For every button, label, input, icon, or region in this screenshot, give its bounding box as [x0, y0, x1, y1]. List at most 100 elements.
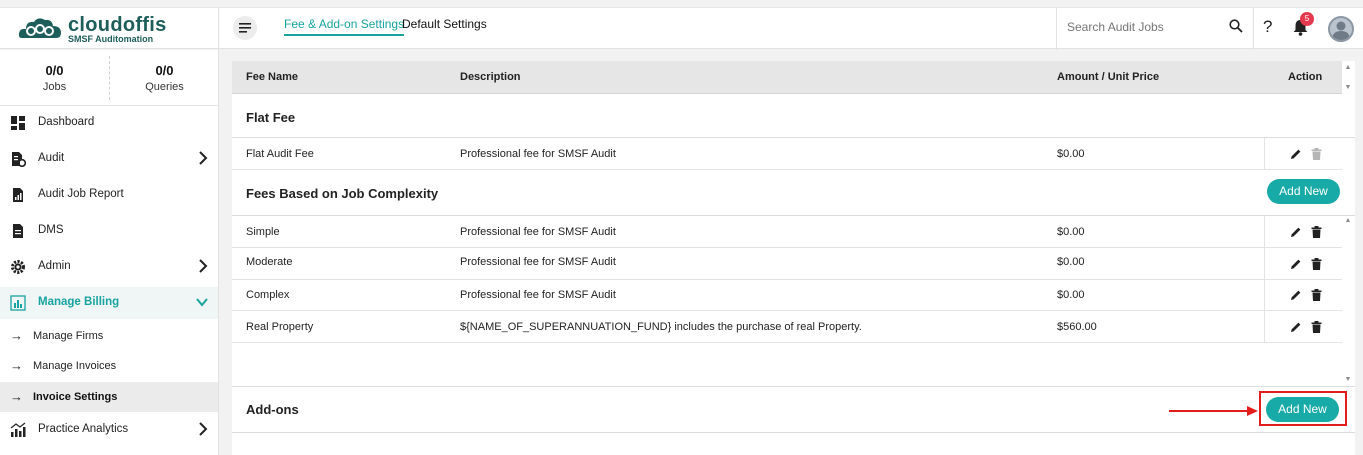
fee-name: Flat Audit Fee — [246, 148, 314, 160]
report-icon — [13, 188, 23, 202]
logo[interactable]: cloudoffis SMSF Auditomation — [18, 14, 218, 46]
sidebar-item-label: Practice Analytics — [38, 423, 129, 435]
queries-stat[interactable]: 0/0 Queries — [110, 63, 219, 93]
avatar[interactable] — [1328, 16, 1354, 42]
pencil-icon[interactable] — [1290, 226, 1302, 238]
trash-icon[interactable] — [1311, 226, 1322, 238]
fee-description: Professional fee for SMSF Audit — [460, 226, 616, 238]
pencil-icon[interactable] — [1290, 289, 1302, 301]
fee-amount: $0.00 — [1057, 226, 1085, 238]
sidebar-item-dms[interactable]: DMS — [0, 215, 218, 247]
table-row: Simple Professional fee for SMSF Audit $… — [232, 216, 1342, 248]
add-new-complexity-fee-button[interactable]: Add New — [1267, 179, 1340, 204]
sidebar-subitem-label: Manage Firms — [33, 330, 104, 342]
analytics-icon — [10, 422, 26, 437]
jobs-stat[interactable]: 0/0 Jobs — [0, 63, 109, 93]
section-title-add-ons: Add-ons — [246, 402, 299, 417]
chevron-right-icon — [199, 259, 208, 273]
fee-name: Moderate — [246, 256, 293, 268]
trash-icon[interactable] — [1311, 148, 1322, 160]
trash-icon[interactable] — [1311, 289, 1322, 301]
sidebar-item-audit-job-report[interactable]: Audit Job Report — [0, 179, 218, 211]
table-row: Moderate Professional fee for SMSF Audit… — [232, 248, 1342, 280]
tab-fee-addon-settings[interactable]: Fee & Add-on Settings — [284, 17, 405, 36]
sidebar-item-audit[interactable]: Audit — [0, 143, 218, 175]
sidebar-item-label: DMS — [38, 224, 64, 236]
table-row: Real Property ${NAME_OF_SUPERANNUATION_F… — [232, 311, 1342, 343]
trash-icon[interactable] — [1311, 258, 1322, 270]
fee-description: Professional fee for SMSF Audit — [460, 256, 616, 268]
divider — [232, 432, 1355, 433]
queries-label: Queries — [145, 81, 184, 93]
column-header-fee-name: Fee Name — [246, 71, 298, 83]
tab-default-settings[interactable]: Default Settings — [402, 17, 487, 31]
add-new-addon-button[interactable]: Add New — [1266, 397, 1339, 422]
help-icon[interactable]: ? — [1263, 17, 1272, 37]
queries-count: 0/0 — [155, 63, 174, 78]
fee-amount: $560.00 — [1057, 321, 1097, 333]
action-cell — [1264, 216, 1342, 247]
action-cell — [1264, 279, 1342, 310]
fee-name: Simple — [246, 226, 280, 238]
arrow-annotation-icon — [1169, 406, 1258, 416]
sidebar-subitem-manage-invoices[interactable]: → Manage Invoices — [0, 351, 218, 381]
chevron-down-icon — [196, 298, 208, 307]
cloud-logo-icon — [18, 18, 61, 38]
sidebar-item-label: Dashboard — [38, 116, 95, 128]
divider — [218, 8, 219, 50]
sidebar: 0/0 Jobs 0/0 Queries Dashboard Audit Aud… — [0, 50, 219, 455]
action-cell — [1264, 138, 1342, 169]
pencil-icon[interactable] — [1290, 258, 1302, 270]
scroll-down-arrow[interactable]: ▼ — [1344, 376, 1352, 384]
column-header-action: Action — [1288, 71, 1323, 83]
billing-icon — [10, 295, 26, 311]
arrow-right-icon: → — [10, 389, 23, 404]
sidebar-subitem-label: Manage Invoices — [33, 360, 117, 372]
sidebar-subitem-manage-firms[interactable]: → Manage Firms — [0, 321, 218, 351]
trash-icon[interactable] — [1311, 321, 1322, 333]
action-cell — [1264, 248, 1342, 279]
dashboard-icon — [11, 116, 25, 130]
fee-amount: $0.00 — [1057, 256, 1085, 268]
menu-toggle-button[interactable] — [233, 16, 257, 40]
sidebar-item-label: Audit — [38, 152, 65, 164]
search-icon[interactable] — [1229, 19, 1243, 33]
scroll-down-arrow[interactable]: ▼ — [1344, 84, 1352, 92]
column-header-amount: Amount / Unit Price — [1057, 71, 1160, 83]
hamburger-icon — [239, 23, 251, 33]
sidebar-item-admin[interactable]: Admin — [0, 251, 218, 283]
arrow-right-icon: → — [10, 358, 23, 373]
section-title-flat-fee: Flat Fee — [246, 110, 296, 125]
sidebar-item-label: Admin — [38, 260, 71, 272]
sidebar-subitem-label: Invoice Settings — [33, 391, 118, 403]
scroll-up-arrow[interactable]: ▲ — [1344, 64, 1352, 72]
scroll-up-arrow[interactable]: ▲ — [1344, 217, 1352, 225]
search-input[interactable] — [1067, 20, 1217, 34]
fee-amount: $0.00 — [1057, 148, 1085, 160]
arrow-right-icon: → — [10, 328, 23, 343]
top-bar: cloudoffis SMSF Auditomation Fee & Add-o… — [0, 7, 1363, 50]
table-row: Flat Audit Fee Professional fee for SMSF… — [232, 138, 1342, 170]
divider — [232, 386, 1355, 387]
fee-description: Professional fee for SMSF Audit — [460, 289, 616, 301]
sidebar-item-label: Manage Billing — [38, 296, 120, 308]
fee-description: Professional fee for SMSF Audit — [460, 148, 616, 160]
sidebar-item-manage-billing[interactable]: Manage Billing — [0, 287, 218, 319]
jobs-label: Jobs — [42, 81, 67, 93]
table-header: Fee Name Description Amount / Unit Price… — [232, 61, 1342, 94]
action-cell — [1264, 311, 1342, 342]
fee-name: Real Property — [246, 321, 314, 333]
audit-icon — [12, 152, 26, 167]
fee-name: Complex — [246, 289, 290, 301]
stats-panel: 0/0 Jobs 0/0 Queries — [0, 50, 218, 106]
table-row: Complex Professional fee for SMSF Audit … — [232, 279, 1342, 311]
gear-icon — [11, 260, 25, 274]
sidebar-subitem-invoice-settings[interactable]: → Invoice Settings — [0, 382, 218, 412]
pencil-icon[interactable] — [1290, 148, 1302, 160]
user-icon — [1332, 21, 1350, 40]
sidebar-item-dashboard[interactable]: Dashboard — [0, 107, 218, 139]
sidebar-item-practice-analytics[interactable]: Practice Analytics — [0, 414, 218, 446]
fee-description: ${NAME_OF_SUPERANNUATION_FUND} includes … — [460, 321, 862, 333]
pencil-icon[interactable] — [1290, 321, 1302, 333]
fee-settings-panel: Fee Name Description Amount / Unit Price… — [232, 61, 1355, 455]
